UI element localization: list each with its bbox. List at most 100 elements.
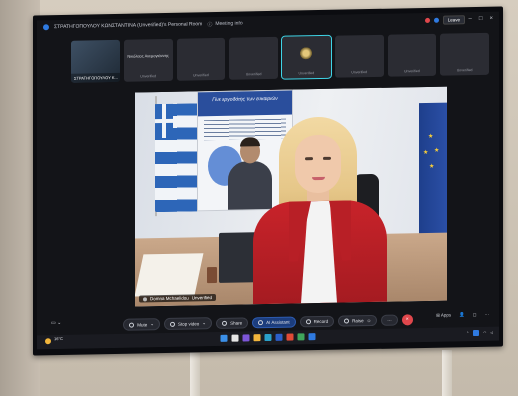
participant-tile[interactable]: Unverified xyxy=(387,33,437,77)
file-explorer-icon[interactable] xyxy=(253,334,261,342)
participant-tag: Unverified xyxy=(140,74,156,79)
hand-icon xyxy=(344,317,350,324)
app-logo-icon xyxy=(43,24,49,31)
apps-button[interactable]: ⊞ Apps xyxy=(436,312,451,318)
info-icon: ⓘ xyxy=(207,21,213,28)
participant-name: Νικόλαος Ανεμογιάννης xyxy=(127,52,169,59)
record-label: Record xyxy=(313,318,329,324)
wifi-icon[interactable]: ◠ xyxy=(483,331,486,335)
participant-name xyxy=(443,47,486,48)
meeting-info-link[interactable]: ⓘ Meeting info xyxy=(207,20,243,28)
close-icon: × xyxy=(405,316,409,323)
speaker-tag: Unverified xyxy=(191,295,213,301)
stop-video-label: Stop video xyxy=(178,320,200,327)
participant-name: ΣΤΡΑΤΗΓΟΠΟΥΛΟΥ Κ... xyxy=(74,74,118,81)
participant-tag: Unverified xyxy=(245,72,262,77)
greek-flag-cross xyxy=(155,103,173,139)
participant-tile-self[interactable]: ΣΤΡΑΤΗΓΟΠΟΥΛΟΥ Κ... xyxy=(71,39,120,83)
main-video-feed: Γίνε εργοδότης των ευκαιριών ★ ★ ★ ★ Dom… xyxy=(135,86,447,307)
microphone-icon xyxy=(129,322,135,328)
participant-strip: ΣΤΡΑΤΗΓΟΠΟΥΛΟΥ Κ... Νικόλαος Ανεμογιάννη… xyxy=(71,32,489,83)
reactions-icon[interactable]: ☺ xyxy=(367,318,372,323)
eu-star-icon: ★ xyxy=(434,147,440,154)
tray-app-icon[interactable] xyxy=(473,329,480,337)
share-icon xyxy=(222,320,228,326)
outlook-icon[interactable] xyxy=(275,333,283,341)
weather-temp: 16°C xyxy=(54,335,63,342)
participant-name xyxy=(232,51,275,52)
organization-logo-icon xyxy=(299,46,314,61)
stop-video-button[interactable]: Stop video ⌄ xyxy=(164,317,213,330)
participants-icon[interactable]: 👤 xyxy=(459,312,465,318)
top-right-controls: Leave xyxy=(424,15,465,25)
close-window-icon[interactable]: × xyxy=(489,16,493,22)
edge-icon[interactable] xyxy=(264,333,272,342)
task-view-icon[interactable] xyxy=(242,334,250,342)
right-controls: ⊞ Apps 👤 ◻ ··· xyxy=(436,312,489,319)
participant-tile-active-speaker[interactable]: Unverified xyxy=(281,34,332,80)
tv-display: ΣΤΡΑΤΗΓΟΠΟΥΛΟΥ ΚΩΝΣΤΑΝΤΙΝΑ (Unverified)'… xyxy=(33,6,503,356)
speaker-name-badge: Domna Mchaelidou Unverified xyxy=(139,293,217,303)
poster-header xyxy=(198,90,292,117)
minimize-icon[interactable]: – xyxy=(469,16,472,22)
tv-stand-right xyxy=(442,350,452,396)
eu-star-icon: ★ xyxy=(423,149,429,157)
start-icon[interactable] xyxy=(220,334,228,342)
speaker-name: Domna Mchaelidou xyxy=(150,295,189,302)
chrome-icon[interactable] xyxy=(286,333,294,341)
participant-tag: Unverified xyxy=(456,68,473,73)
participant-tile[interactable]: Unverified xyxy=(334,34,384,78)
ai-assistant-label: AI Assistant xyxy=(266,319,290,325)
share-button[interactable]: Share xyxy=(216,316,249,329)
weather-sun-icon xyxy=(45,338,51,345)
more-icon[interactable]: ··· xyxy=(485,312,490,318)
participant-name xyxy=(338,49,381,50)
ai-assistant-button[interactable]: AI Assistant xyxy=(252,315,296,328)
weather-widget[interactable]: 16°C xyxy=(45,335,63,345)
participant-tag: Unverified xyxy=(351,70,367,75)
mute-button[interactable]: Mute ⌄ xyxy=(123,318,161,331)
more-icon: ··· xyxy=(387,317,392,323)
chevron-up-icon[interactable]: ⌃ xyxy=(466,331,469,335)
participant-tile[interactable]: Unverified xyxy=(440,32,489,76)
pen-holder xyxy=(207,266,217,284)
participant-tile[interactable]: Νικόλαος Ανεμογιάννης Unverified xyxy=(123,38,173,82)
meeting-info-label: Meeting info xyxy=(215,20,243,28)
end-call-button[interactable]: × xyxy=(401,313,413,325)
participant-tile[interactable]: Unverified xyxy=(229,36,278,80)
window-title: ΣΤΡΑΤΗΓΟΠΟΥΛΟΥ ΚΩΝΣΤΑΝΤΙΝΑ (Unverified)'… xyxy=(54,21,203,31)
participant-name xyxy=(391,48,434,49)
volume-icon[interactable]: ◁ xyxy=(490,331,493,335)
speaker-eye xyxy=(323,156,331,160)
participant-tag: Unverified xyxy=(192,73,209,78)
chevron-down-icon[interactable]: ⌄ xyxy=(202,320,206,326)
speaker-mouth xyxy=(312,176,325,181)
camera-icon xyxy=(170,321,176,327)
record-icon xyxy=(305,318,311,324)
maximize-icon[interactable]: □ xyxy=(479,16,483,22)
chat-icon[interactable]: ◻ xyxy=(473,312,477,318)
chevron-down-icon[interactable]: ⌄ xyxy=(150,321,154,327)
webex-icon[interactable] xyxy=(308,333,316,341)
mute-label: Mute xyxy=(137,321,148,328)
system-tray: ⌃ ◠ ◁ xyxy=(466,329,493,337)
leave-button[interactable]: Leave xyxy=(442,15,465,25)
sparkle-icon xyxy=(258,319,264,325)
microphone-icon xyxy=(143,296,147,301)
taskbar-apps xyxy=(220,333,316,342)
raise-hand-button[interactable]: Raise ☺ xyxy=(338,314,378,327)
status-indicator-icon xyxy=(433,17,439,23)
participant-tag: Unverified xyxy=(403,69,420,74)
recording-indicator-icon xyxy=(424,17,430,23)
participant-tag: Unverified xyxy=(298,71,315,76)
excel-icon[interactable] xyxy=(297,333,305,341)
share-label: Share xyxy=(230,319,243,326)
record-button[interactable]: Record xyxy=(299,315,335,327)
participant-name xyxy=(180,52,223,53)
participant-tile[interactable]: Unverified xyxy=(176,37,226,81)
eu-star-icon: ★ xyxy=(428,133,434,140)
speaker-eye xyxy=(305,157,313,161)
more-options-button[interactable]: ··· xyxy=(381,314,398,326)
tv-stand-left xyxy=(190,350,200,396)
search-icon[interactable] xyxy=(231,334,239,342)
